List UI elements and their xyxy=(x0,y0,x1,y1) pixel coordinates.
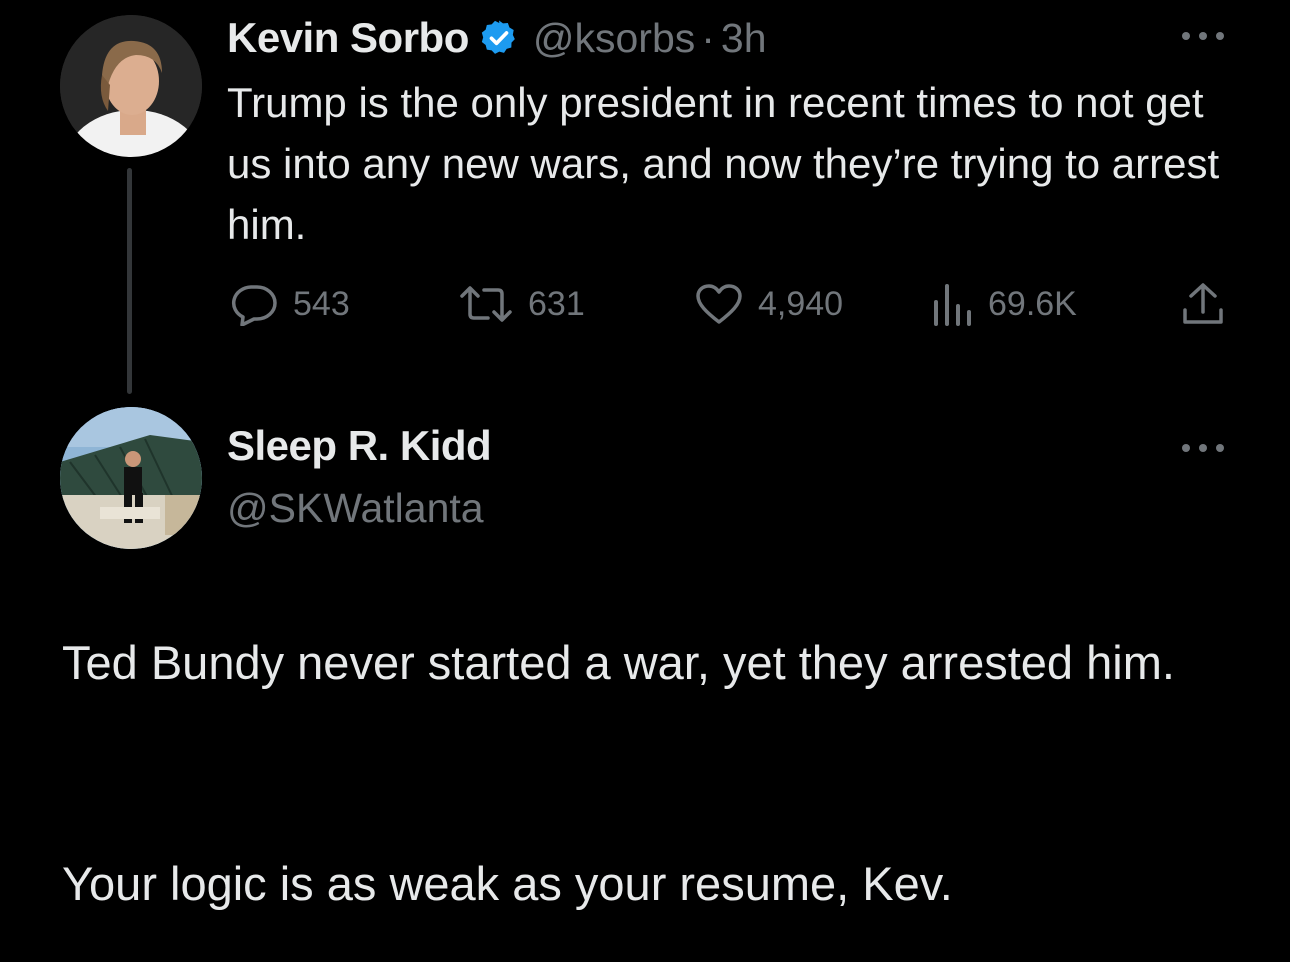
like-icon xyxy=(694,282,744,326)
like-button[interactable]: 4,940 xyxy=(694,282,843,326)
views-count: 69.6K xyxy=(988,284,1077,323)
author-handle[interactable]: @ksorbs xyxy=(533,15,695,62)
tweet-text: Trump is the only president in recent ti… xyxy=(227,79,1220,248)
like-count: 4,940 xyxy=(758,284,844,323)
retweet-button[interactable]: 631 xyxy=(458,282,585,326)
share-icon xyxy=(1180,282,1226,326)
retweet-count: 631 xyxy=(528,284,585,323)
share-button[interactable] xyxy=(1180,282,1226,326)
reply-author-name[interactable]: Sleep R. Kidd xyxy=(227,422,492,470)
retweet-icon xyxy=(458,282,514,326)
verified-badge-icon xyxy=(479,18,519,58)
more-icon[interactable] xyxy=(1182,30,1224,42)
reply-icon xyxy=(229,282,279,326)
reply-button[interactable]: 543 xyxy=(229,282,350,326)
tweet-timestamp[interactable]: 3h xyxy=(721,15,767,62)
author-name[interactable]: Kevin Sorbo xyxy=(227,14,469,62)
avatar-sleep-r-kidd[interactable] xyxy=(60,407,202,549)
avatar-kevin-sorbo[interactable] xyxy=(60,15,202,157)
header-separator: · xyxy=(701,14,715,61)
reply-paragraph-1: Ted Bundy never started a war, yet they … xyxy=(62,636,1175,689)
views-button[interactable]: 69.6K xyxy=(930,282,1077,326)
tweet-header: Kevin Sorbo @ksorbs · 3h xyxy=(227,12,767,64)
views-icon xyxy=(930,282,974,326)
reply-author-handle[interactable]: @SKWatlanta xyxy=(227,485,484,532)
reply-count: 543 xyxy=(293,284,350,323)
reply-more-icon[interactable] xyxy=(1182,442,1224,454)
thread-connector-line xyxy=(127,168,132,394)
reply-paragraph-2: Your logic is as weak as your resume, Ke… xyxy=(62,857,953,910)
